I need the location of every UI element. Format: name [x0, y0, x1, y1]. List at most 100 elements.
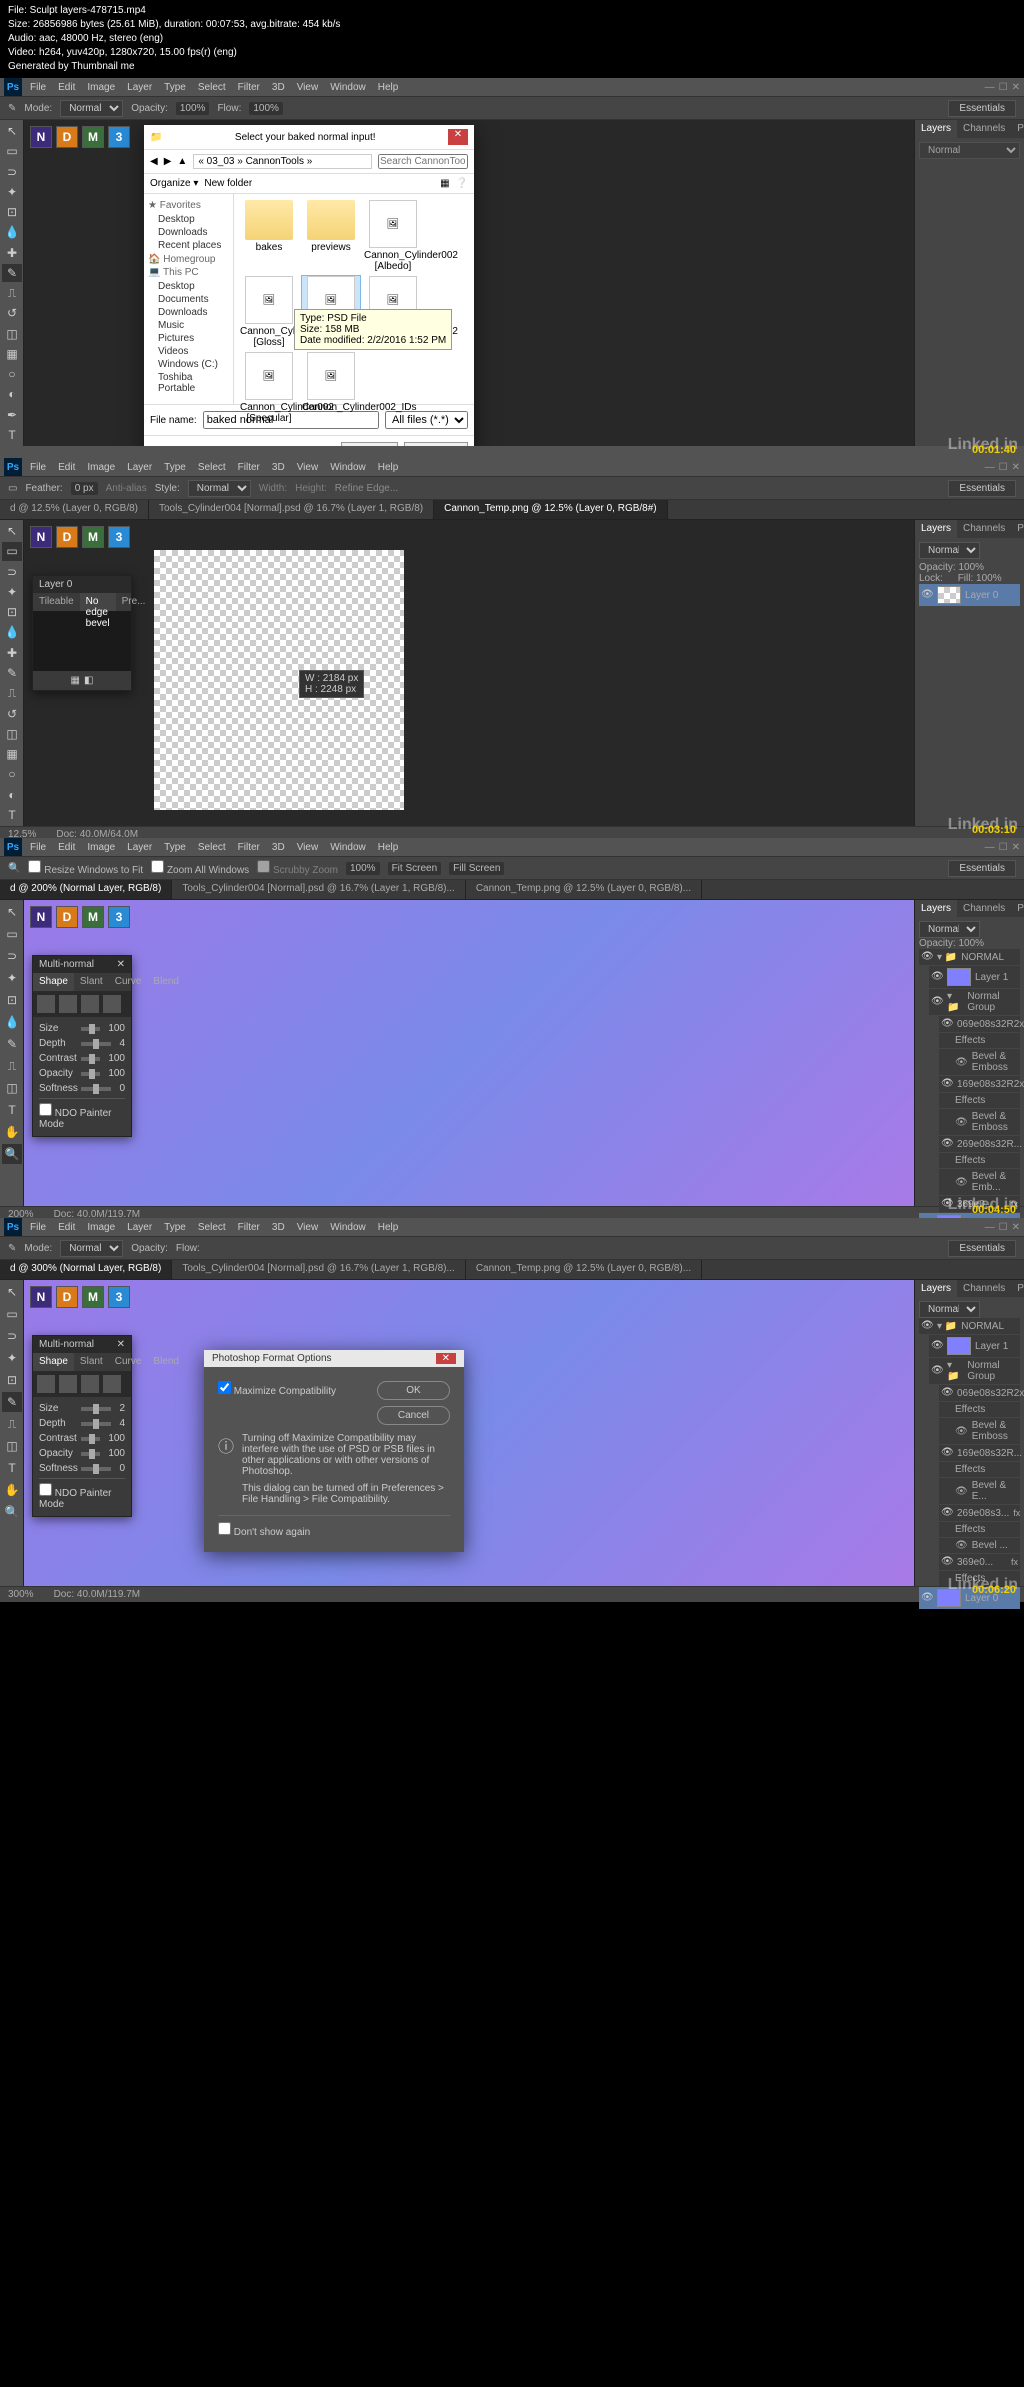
minimize-icon[interactable]: — — [985, 82, 995, 93]
menu-view[interactable]: View — [297, 842, 319, 853]
menu-edit[interactable]: Edit — [58, 82, 75, 93]
folder-previews[interactable]: previews — [302, 200, 360, 272]
fill-value[interactable]: 100% — [976, 573, 1002, 584]
sidebar-favorites[interactable]: ★ Favorites — [148, 200, 229, 211]
layer-fx[interactable]: 👁 Bevel & Emboss — [939, 1418, 1020, 1444]
curve-tab[interactable]: Curve — [109, 1353, 148, 1371]
maximize-icon[interactable]: ☐ — [999, 1222, 1008, 1233]
menu-3d[interactable]: 3D — [272, 842, 285, 853]
scrubby-checkbox[interactable]: Scrubby Zoom — [257, 860, 338, 876]
wand-tool[interactable]: ✦ — [2, 583, 22, 601]
curve-tab[interactable]: Curve — [109, 973, 148, 991]
menu-select[interactable]: Select — [198, 1222, 226, 1233]
close-icon[interactable]: ✕ — [1012, 1222, 1020, 1233]
tab-3[interactable]: 3 — [108, 1286, 130, 1308]
refine-button[interactable]: Refine Edge... — [335, 483, 398, 494]
tab-d[interactable]: D — [56, 126, 78, 148]
shape-preset[interactable] — [103, 995, 121, 1013]
maximize-icon[interactable]: ☐ — [999, 842, 1008, 853]
sidebar-downloads[interactable]: Downloads — [148, 226, 229, 239]
eraser-tool[interactable]: ◫ — [2, 1436, 22, 1456]
sidebar-pc-downloads[interactable]: Downloads — [148, 306, 229, 319]
style-select[interactable]: Normal — [188, 480, 251, 497]
blur-tool[interactable]: ○ — [2, 765, 22, 783]
size-slider[interactable] — [81, 1027, 100, 1031]
doc-tab-3[interactable]: Cannon_Temp.png @ 12.5% (Layer 0, RGB/8#… — [434, 500, 668, 519]
noedge-tab[interactable]: No edge bevel — [80, 593, 116, 611]
type-tool[interactable]: T — [2, 806, 22, 824]
maxcompat-checkbox[interactable]: Maximize Compatibility — [218, 1381, 336, 1397]
painter-checkbox[interactable]: NDO Painter Mode — [39, 1108, 111, 1130]
gradient-tool[interactable]: ▦ — [2, 745, 22, 763]
paths-tab[interactable]: Paths — [1011, 120, 1024, 138]
forward-button[interactable]: ▶ — [164, 156, 172, 167]
tab-m[interactable]: M — [82, 526, 104, 548]
cancel-button[interactable]: Cancel — [404, 442, 468, 446]
tab-m[interactable]: M — [82, 126, 104, 148]
file-ids[interactable]: 🖼Cannon_Cylinder002_IDs — [302, 352, 360, 424]
tab-d[interactable]: D — [56, 906, 78, 928]
layers-tab[interactable]: Layers — [915, 520, 957, 538]
maximize-icon[interactable]: ☐ — [999, 82, 1008, 93]
shape-preset[interactable] — [103, 1375, 121, 1393]
move-tool[interactable]: ↖ — [2, 902, 22, 922]
dialog-close-button[interactable]: ✕ — [436, 1353, 456, 1364]
crop-tool[interactable]: ⊡ — [2, 1370, 22, 1390]
layer-row[interactable]: 👁169e08s32R2x2...fx — [939, 1076, 1020, 1092]
blur-tool[interactable]: ○ — [2, 365, 22, 383]
layer-fx[interactable]: 👁 Bevel & Emboss — [939, 1049, 1020, 1075]
shape-preset[interactable] — [81, 995, 99, 1013]
slant-tab[interactable]: Slant — [74, 1353, 109, 1371]
wand-tool[interactable]: ✦ — [2, 968, 22, 988]
menu-layer[interactable]: Layer — [127, 1222, 152, 1233]
type-tool[interactable]: T — [2, 426, 22, 444]
layer-fx[interactable]: 👁 Bevel ... — [939, 1538, 1020, 1553]
wand-tool[interactable]: ✦ — [2, 183, 22, 201]
dontshow-checkbox[interactable]: Don't show again — [218, 1527, 310, 1538]
contrast-slider[interactable] — [81, 1437, 100, 1441]
layer-fx[interactable]: Effects — [939, 1522, 1020, 1537]
brush-tool[interactable]: ✎ — [2, 664, 22, 682]
tab-3[interactable]: 3 — [108, 126, 130, 148]
eraser-tool[interactable]: ◫ — [2, 325, 22, 343]
zoom-100-button[interactable]: 100% — [346, 862, 380, 875]
file-specular[interactable]: 🖼Cannon_Cylinder002 [Specular] — [240, 352, 298, 424]
file-gloss[interactable]: 🖼Cannon_Cylinder002 [Gloss] — [240, 276, 298, 348]
new-folder-button[interactable]: New folder — [204, 178, 252, 189]
marquee-tool[interactable]: ▭ — [2, 924, 22, 944]
menu-window[interactable]: Window — [330, 462, 366, 473]
layer-fx[interactable]: 👁 Bevel & E... — [939, 1478, 1020, 1504]
layer-fx[interactable]: 👁 Bevel & Emboss — [939, 1109, 1020, 1135]
marquee-tool[interactable]: ▭ — [2, 542, 22, 560]
layer-row[interactable]: 👁169e08s32R...fx — [939, 1445, 1020, 1461]
tab-d[interactable]: D — [56, 526, 78, 548]
fit-screen-button[interactable]: Fit Screen — [388, 862, 442, 875]
mode-select[interactable]: Normal — [60, 1240, 123, 1257]
eyedropper-tool[interactable]: 💧 — [2, 1012, 22, 1032]
menu-filter[interactable]: Filter — [238, 842, 260, 853]
feather-value[interactable]: 0 px — [71, 482, 98, 495]
crop-tool[interactable]: ⊡ — [2, 990, 22, 1010]
channels-tab[interactable]: Channels — [957, 120, 1011, 138]
organize-menu[interactable]: Organize ▾ — [150, 178, 198, 189]
painter-checkbox[interactable]: NDO Painter Mode — [39, 1488, 111, 1510]
contrast-slider[interactable] — [81, 1057, 100, 1061]
menu-help[interactable]: Help — [378, 462, 399, 473]
canvas-area[interactable]: NDM3 Multi-normal✕ Shape Slant Curve Ble… — [24, 900, 914, 1206]
folder-bakes[interactable]: bakes — [240, 200, 298, 272]
paths-tab[interactable]: Paths — [1011, 1280, 1024, 1297]
layer-row[interactable]: 👁369e0...fx — [939, 1554, 1020, 1570]
opacity-value[interactable]: 100% — [176, 102, 210, 115]
help-icon[interactable]: ❔ — [456, 178, 468, 189]
mode-select[interactable]: Normal — [60, 100, 123, 117]
dodge-tool[interactable]: ◐ — [2, 385, 22, 403]
menu-image[interactable]: Image — [87, 842, 115, 853]
layer-row[interactable]: 👁269e08s3...fx — [939, 1505, 1020, 1521]
wand-tool[interactable]: ✦ — [2, 1348, 22, 1368]
menu-type[interactable]: Type — [164, 82, 186, 93]
close-icon[interactable]: ✕ — [1012, 82, 1020, 93]
eraser-tool[interactable]: ◫ — [2, 725, 22, 743]
open-button[interactable]: Open — [341, 442, 398, 446]
menu-filter[interactable]: Filter — [238, 82, 260, 93]
filetype-select[interactable]: All files (*.*) — [385, 411, 468, 429]
